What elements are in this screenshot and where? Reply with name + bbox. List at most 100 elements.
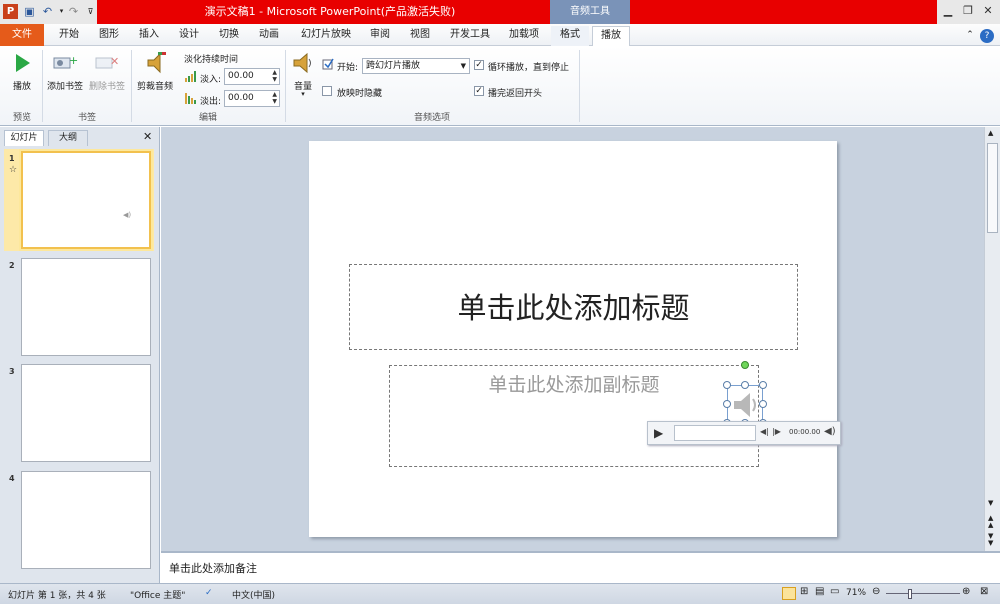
notes-placeholder: 单击此处添加备注 [169,562,257,575]
zoom-slider-thumb[interactable] [908,589,912,599]
minimize-button[interactable]: ▁ [940,4,956,18]
tab-file[interactable]: 文件 [0,24,44,46]
subtitle-placeholder-text: 单击此处添加副标题 [488,374,660,396]
player-play-icon[interactable]: ▶ [654,426,663,440]
zoom-level[interactable]: 71% [846,588,866,598]
resize-handle[interactable] [741,381,749,389]
tab-design[interactable]: 设计 [172,26,206,46]
fade-out-label: 淡出: [200,97,222,107]
remove-bookmark-button[interactable]: ✕ [94,52,120,72]
tab-slides[interactable]: 幻灯片 [4,130,44,146]
rotate-handle[interactable] [741,361,749,369]
slide-thumbnail[interactable] [21,471,151,569]
notes-pane[interactable]: 单击此处添加备注 [161,551,1000,583]
tab-view[interactable]: 视图 [403,26,437,46]
slide-thumbnail[interactable]: ◀) [21,151,151,249]
slide-number: 3 [9,367,15,376]
tab-format[interactable]: 格式 [551,26,589,46]
spellcheck-icon[interactable]: ✓ [205,588,213,598]
next-slide-icon[interactable]: ▼ ▼ [988,533,993,547]
resize-handle[interactable] [723,400,731,408]
save-icon[interactable]: ▣ [22,4,37,19]
tab-developer[interactable]: 开发工具 [445,26,495,46]
fade-out-input[interactable]: 00.00 ▲ ▼ [224,90,280,107]
audio-object[interactable] [727,385,763,423]
scroll-up-icon[interactable]: ▲ [988,129,993,137]
tab-graphics[interactable]: 图形 [92,26,126,46]
loop-checkbox[interactable]: ✓ [474,60,484,70]
redo-icon[interactable]: ↷ [66,4,81,19]
player-volume-icon[interactable]: ◀) [824,426,836,437]
tab-transitions[interactable]: 切换 [212,26,246,46]
trim-audio-icon [147,52,166,74]
ribbon: 播放 预览 + 添加书签 ✕ 删除书签 书签 剪裁音频 淡化持续时间 淡入: 0… [0,46,1000,126]
scroll-down-icon[interactable]: ▼ [988,499,993,507]
trim-audio-button[interactable] [142,50,168,74]
zoom-out-icon[interactable]: ⊖ [872,586,880,597]
tab-insert[interactable]: 插入 [132,26,166,46]
vertical-scrollbar[interactable]: ▲ ▼ ▲ ▲ ▼ ▼ [984,127,1000,551]
tab-addins[interactable]: 加载项 [503,26,545,46]
resize-handle[interactable] [759,400,767,408]
remove-bookmark-icon: ✕ [95,55,119,69]
slide-count-status[interactable]: 幻灯片 第 1 张，共 4 张 [8,588,106,601]
language-status[interactable]: 中文(中国) [232,588,275,601]
slide-thumbnail[interactable] [21,364,151,462]
add-bookmark-button[interactable]: + [52,52,78,72]
slide-number: 4 [9,474,15,483]
slide-number: 1 [9,154,15,163]
close-button[interactable]: ✕ [980,4,996,18]
fade-in-value: 00.00 [228,71,254,81]
tab-playback[interactable]: 播放 [592,26,630,46]
tab-animations[interactable]: 动画 [252,26,286,46]
close-pane-icon[interactable]: ✕ [143,130,152,143]
add-bookmark-label: 添加书签 [46,82,83,92]
undo-icon[interactable]: ↶ [40,4,55,19]
slideshow-view-icon[interactable]: ▭ [830,586,839,597]
zoom-in-icon[interactable]: ⊕ [962,586,970,597]
seek-forward-icon[interactable]: |▶ [772,427,781,436]
theme-status[interactable]: "Office 主题" [130,588,185,601]
previous-slide-icon[interactable]: ▲ ▲ [988,515,993,529]
title-bar: P ▣ ↶ ▾ ↷ ⊽ 演示文稿1 - Microsoft PowerPoint… [0,0,1000,24]
spin-arrows-icon[interactable]: ▲ ▼ [272,69,277,83]
seek-back-icon[interactable]: ◀| [760,427,769,436]
subtitle-placeholder[interactable]: 单击此处添加副标题 [389,365,759,467]
zoom-slider-track[interactable] [886,593,960,594]
tab-home[interactable]: 开始 [52,26,86,46]
volume-dropdown-icon[interactable]: ▾ [290,90,316,98]
normal-view-icon[interactable] [782,587,796,600]
audio-options-group-label: 音频选项 [413,113,450,123]
spin-arrows-icon[interactable]: ▲ ▼ [272,91,277,105]
customize-qat-icon[interactable]: ⊽ [83,4,98,19]
play-label: 播放 [12,82,31,92]
audio-icon: ◀) [123,211,132,219]
resize-handle[interactable] [759,381,767,389]
slide-canvas[interactable]: 单击此处添加标题 单击此处添加副标题 ▶ ◀| |▶ 00:00.00 ◀) [309,141,841,537]
title-placeholder[interactable]: 单击此处添加标题 [349,264,798,350]
tab-slideshow[interactable]: 幻灯片放映 [294,26,358,46]
minimize-ribbon-icon[interactable]: ⌃ [964,26,976,46]
resize-handle[interactable] [723,381,731,389]
bookmarks-group-label: 书签 [77,113,96,123]
audio-player-bar: ▶ ◀| |▶ 00:00.00 ◀) [647,421,841,445]
fit-to-window-icon[interactable]: ⊠ [980,586,988,597]
start-select[interactable]: 跨幻灯片播放 ▼ [362,58,470,74]
rewind-checkbox[interactable]: ✓ [474,86,484,96]
scrollbar-thumb[interactable] [987,143,998,233]
slides-pane: 幻灯片 大纲 ✕ 1 ☆ ◀) 2 3 4 [0,127,160,583]
slide-thumbnail[interactable] [21,258,151,356]
restore-button[interactable]: ❐ [960,4,976,18]
tab-review[interactable]: 审阅 [363,26,397,46]
help-icon[interactable]: ? [980,29,994,43]
audio-progress-track[interactable] [674,425,756,441]
volume-button[interactable] [290,50,316,76]
tab-outline[interactable]: 大纲 [48,130,88,146]
remove-bookmark-label: 删除书签 [88,82,125,92]
reading-view-icon[interactable]: ▤ [815,586,824,597]
play-button[interactable] [10,51,34,75]
fade-in-input[interactable]: 00.00 ▲ ▼ [224,68,280,85]
slide-sorter-view-icon[interactable]: ⊞ [800,586,808,597]
hide-during-show-checkbox[interactable] [322,86,332,96]
fade-out-icon [185,92,197,104]
